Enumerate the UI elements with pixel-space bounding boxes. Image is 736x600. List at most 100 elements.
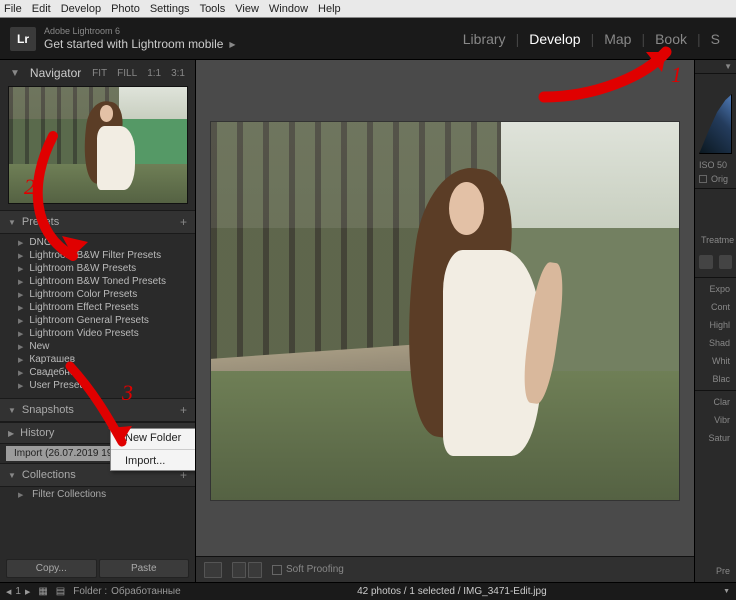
previous-button[interactable]: Pre (695, 564, 736, 578)
slider-label: Vibr (695, 411, 736, 429)
menu-window[interactable]: Window (269, 3, 308, 15)
add-snapshot-button[interactable]: + (180, 403, 187, 417)
preset-folder[interactable]: ▶Lightroom B&W Toned Presets (4, 275, 195, 288)
slider-label: Satur (695, 429, 736, 447)
module-map[interactable]: Map (598, 29, 637, 49)
preset-folder[interactable]: ▶User Presets (4, 379, 195, 392)
folder-label: Folder : (73, 586, 107, 597)
original-checkbox[interactable] (699, 175, 707, 183)
module-more[interactable]: S (705, 29, 726, 49)
app-name: Adobe Lightroom 6 (44, 26, 236, 37)
soft-proof-checkbox[interactable] (272, 565, 282, 575)
treatment-label: Treatme (695, 231, 736, 249)
center-area: Soft Proofing 1 (196, 60, 694, 582)
copy-button[interactable]: Copy... (6, 559, 97, 578)
chevron-right-icon: ▶ (8, 429, 14, 438)
preset-folder[interactable]: ▶New (4, 340, 195, 353)
main-body: ▼ Navigator FIT FILL 1:1 3:1 (0, 60, 736, 582)
chevron-down-icon: ▼ (8, 218, 16, 227)
spot-tool-icon[interactable] (719, 255, 733, 269)
context-import[interactable]: Import... (111, 452, 195, 470)
navigator-thumbnail[interactable] (8, 86, 188, 204)
nav-mode-3to1[interactable]: 3:1 (171, 68, 185, 79)
preset-folder[interactable]: ▶Lightroom B&W Presets (4, 262, 195, 275)
module-book[interactable]: Book (649, 29, 693, 49)
loupe-view-icon[interactable] (204, 562, 222, 578)
chevron-down-icon[interactable]: ▼ (10, 68, 20, 79)
before-after-icon[interactable] (232, 562, 246, 578)
context-new-folder[interactable]: New Folder (111, 429, 195, 447)
preset-folder[interactable]: ▶Lightroom Color Presets (4, 288, 195, 301)
menu-photo[interactable]: Photo (111, 3, 140, 15)
add-preset-button[interactable]: + (180, 215, 187, 229)
before-after-split-icon[interactable] (248, 562, 262, 578)
preset-folder[interactable]: ▶Lightroom Effect Presets (4, 301, 195, 314)
presets-title: Presets (22, 216, 59, 228)
slider-label: Highl (695, 316, 736, 334)
menu-develop[interactable]: Develop (61, 3, 101, 15)
collections-title: Collections (22, 469, 76, 481)
preset-folder[interactable]: ▶Карташев (4, 353, 195, 366)
module-develop[interactable]: Develop (523, 29, 586, 49)
preset-folder[interactable]: ▶Lightroom Video Presets (4, 327, 195, 340)
iso-label: ISO 50 (695, 158, 736, 172)
loupe-toolbar: Soft Proofing (196, 556, 694, 582)
presets-list: ▶DNG ▶Lightroom B&W Filter Presets ▶Ligh… (0, 234, 195, 398)
chevron-down-icon[interactable]: ▼ (724, 62, 732, 71)
slider-label: Whit (695, 352, 736, 370)
filter-collections-label[interactable]: Filter Collections (32, 489, 106, 500)
right-panel: ▼ ISO 50 Orig Treatme Expo Cont Highl Sh… (694, 60, 736, 582)
get-started-link[interactable]: Get started with Lightroom mobile▶ (44, 37, 236, 51)
slider-label: Shad (695, 334, 736, 352)
preset-folder[interactable]: ▶Lightroom General Presets (4, 314, 195, 327)
nav-mode-1to1[interactable]: 1:1 (147, 68, 161, 79)
os-menu-bar: File Edit Develop Photo Settings Tools V… (0, 0, 736, 18)
chevron-down-icon: ▼ (8, 471, 16, 480)
slider-label: Cont (695, 298, 736, 316)
snapshots-panel-header[interactable]: ▼ Snapshots + (0, 398, 195, 422)
grid-view-icon[interactable]: ▦ (38, 586, 47, 597)
chevron-right-icon: ▶ (229, 40, 235, 49)
main-photo (210, 121, 680, 501)
chevron-down-icon[interactable]: ▼ (723, 588, 730, 595)
menu-edit[interactable]: Edit (32, 3, 51, 15)
prev-page-icon[interactable]: ◀ (6, 588, 11, 596)
nav-mode-fill[interactable]: FILL (117, 68, 137, 79)
menu-settings[interactable]: Settings (150, 3, 190, 15)
slider-label: Blac (695, 370, 736, 388)
adjust-tools (695, 249, 736, 275)
slider-label: Expo (695, 280, 736, 298)
original-label: Orig (711, 174, 728, 184)
preset-folder[interactable]: ▶DNG (4, 236, 195, 249)
slider-label: Clar (695, 393, 736, 411)
snapshots-title: Snapshots (22, 404, 74, 416)
app-header: Lr Adobe Lightroom 6 Get started with Li… (0, 18, 736, 60)
chevron-down-icon: ▼ (8, 406, 16, 415)
nav-mode-fit[interactable]: FIT (92, 68, 107, 79)
image-canvas[interactable] (196, 60, 694, 556)
selection-status: 42 photos / 1 selected / IMG_3471-Edit.j… (189, 586, 715, 597)
presets-panel-header[interactable]: ▼ Presets + (0, 210, 195, 234)
histogram[interactable] (699, 94, 732, 154)
sort-icon[interactable]: ▤ (56, 586, 65, 597)
lr-logo: Lr (10, 27, 36, 51)
crop-tool-icon[interactable] (699, 255, 713, 269)
left-panel: ▼ Navigator FIT FILL 1:1 3:1 (0, 60, 196, 582)
copy-paste-bar: Copy... Paste (0, 555, 195, 582)
navigator-title: Navigator (30, 66, 81, 80)
navigator-panel: ▼ Navigator FIT FILL 1:1 3:1 (0, 60, 195, 210)
folder-name: Обработанные (111, 586, 181, 597)
menu-file[interactable]: File (4, 3, 22, 15)
menu-view[interactable]: View (235, 3, 259, 15)
history-title: History (20, 427, 54, 439)
preset-folder[interactable]: ▶Свадебне (4, 366, 195, 379)
next-page-icon[interactable]: ▶ (25, 588, 30, 596)
module-library[interactable]: Library (457, 29, 512, 49)
status-bar: ◀ 1 ▶ ▦ ▤ Folder : Обработанные 42 photo… (0, 582, 736, 600)
paste-button[interactable]: Paste (99, 559, 190, 578)
menu-tools[interactable]: Tools (200, 3, 226, 15)
preset-context-menu: New Folder Import... (110, 428, 196, 471)
menu-help[interactable]: Help (318, 3, 341, 15)
preset-folder[interactable]: ▶Lightroom B&W Filter Presets (4, 249, 195, 262)
module-picker: Library| Develop| Map| Book| S (457, 29, 726, 49)
